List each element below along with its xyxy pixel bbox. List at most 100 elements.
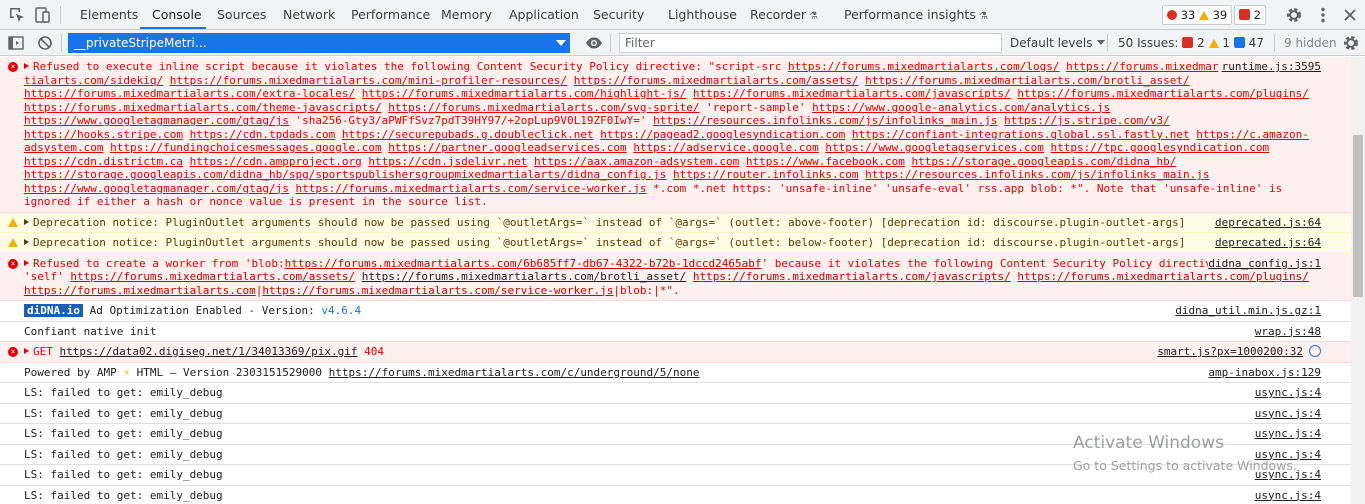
message-source-link[interactable]: usync.js:4	[1255, 427, 1321, 441]
message-link[interactable]: https://forums.mixedmartialarts.com/asse…	[70, 270, 355, 283]
issues-counter[interactable]: 2	[1234, 5, 1266, 25]
tab-memory[interactable]: Memory	[441, 0, 492, 30]
tab-security[interactable]: Security	[593, 0, 644, 30]
filter-input[interactable]	[619, 33, 1002, 53]
issues-button[interactable]: 50 Issues: 2 1 47	[1118, 30, 1264, 56]
message-link[interactable]: https://cdn.districtm.ca	[24, 155, 183, 168]
expand-triangle-icon[interactable]	[24, 259, 29, 266]
close-icon[interactable]	[1340, 5, 1360, 25]
message-source-link[interactable]: deprecated.js:64	[1215, 236, 1321, 250]
message-link[interactable]: https://forums.mixedmartialarts.com/java…	[693, 270, 1011, 283]
message-link[interactable]: https://partner.googleadservices.com	[388, 141, 626, 154]
message-link[interactable]: https://fundingchoicesmessages.google.co…	[110, 141, 382, 154]
console-message-log[interactable]: wrap.js:48 Confiant native init	[0, 322, 1351, 342]
console-message-log[interactable]: amp-inabox.js:129 Powered by AMP ⚡ HTML …	[0, 363, 1351, 383]
more-options-icon[interactable]	[1313, 5, 1333, 25]
expand-triangle-icon[interactable]	[24, 63, 29, 69]
message-link[interactable]: https://forums.mixedmartialarts.com/svg-…	[388, 101, 699, 114]
expand-triangle-icon[interactable]	[24, 218, 29, 225]
message-link[interactable]: https://router.infolinks.com	[673, 168, 858, 181]
tab-recorder[interactable]: Recorder ⚗	[750, 0, 818, 30]
tab-console[interactable]: Console	[152, 0, 202, 30]
message-source-link[interactable]: smart.js?px=1000200:32	[1157, 345, 1321, 359]
message-link[interactable]: https://forums.mixedmartialarts.com/plug…	[1017, 87, 1308, 100]
clear-console-icon[interactable]	[35, 33, 55, 53]
tab-application[interactable]: Application	[509, 0, 579, 30]
console-message-network-error[interactable]: × smart.js?px=1000200:32 GET https://dat…	[0, 342, 1351, 363]
message-link[interactable]: https://www.googletagmanager.com/gtag/js	[24, 182, 289, 195]
message-source-link[interactable]: usync.js:4	[1255, 407, 1321, 421]
message-source-link[interactable]: usync.js:4	[1255, 386, 1321, 400]
console-message-warning[interactable]: deprecated.js:64 Deprecation notice: Plu…	[0, 233, 1351, 254]
message-link[interactable]: https://forums.mixedmartialarts.com/brot…	[865, 74, 1190, 87]
expand-triangle-icon[interactable]	[24, 348, 29, 354]
message-link[interactable]: https://forums.mixedmartialarts.com/high…	[362, 87, 687, 100]
message-link[interactable]: https://tpc.googlesyndication.com	[1051, 141, 1270, 154]
console-message-error[interactable]: × runtime.js:3595 Refused to execute inl…	[0, 57, 1351, 213]
sidebar-toggle-icon[interactable]	[6, 33, 26, 53]
message-link[interactable]: https://forums.mixedmartialarts.com/serv…	[296, 182, 647, 195]
message-link[interactable]: https://pagead2.googlesyndication.com	[600, 128, 845, 141]
message-link[interactable]: https://js.stripe.com/v3/	[1004, 114, 1170, 127]
console-message-error[interactable]: × didna_config.js:1 Refused to create a …	[0, 253, 1351, 301]
console-message-log[interactable]: usync.js:4 LS: failed to get: emily_debug	[0, 404, 1351, 424]
message-link[interactable]: https://adservice.google.com	[633, 141, 818, 154]
message-link[interactable]: https://www.googletagmanager.com/gtag/js	[24, 114, 289, 127]
message-link[interactable]: https://www.googletagservices.com	[825, 141, 1044, 154]
console-message-log[interactable]: didna_util.min.js.gz:1 diDNA.io Ad Optim…	[0, 301, 1351, 322]
log-levels-dropdown[interactable]: Default levels	[1010, 30, 1106, 56]
message-source-link[interactable]: didna_util.min.js.gz:1	[1175, 304, 1321, 318]
message-link[interactable]: https://hooks.stripe.com	[24, 128, 183, 141]
message-link[interactable]: https://cdn.jsdelivr.net	[368, 155, 527, 168]
message-link[interactable]: https://resources.infolinks.com/js/infol…	[865, 168, 1209, 181]
message-source-link[interactable]: wrap.js:48	[1255, 325, 1321, 339]
scrollbar-thumb[interactable]	[1353, 135, 1363, 297]
message-link[interactable]: https://securepubads.g.doubleclick.net	[342, 128, 594, 141]
message-link[interactable]: https://forums.mixedmartialarts.com/plug…	[1017, 270, 1308, 283]
message-link[interactable]: https://forums.mixedmartialarts.com/6b68…	[285, 257, 762, 270]
message-link[interactable]: https://cdn.ampproject.org	[190, 155, 362, 168]
message-link[interactable]: https://forums.mixedmartialarts.com/logs…	[788, 60, 1060, 73]
message-link[interactable]: https://forums.mixedmartialarts.com/mini…	[170, 74, 567, 87]
console-message-warning[interactable]: deprecated.js:64 Deprecation notice: Plu…	[0, 212, 1351, 233]
message-link[interactable]: https://forums.mixedmartialarts.com/serv…	[262, 284, 613, 297]
console-scrollbar[interactable]	[1351, 57, 1365, 504]
gear-icon[interactable]	[1341, 33, 1361, 53]
message-link[interactable]: https://storage.googleapis.com/didna_hb/…	[24, 168, 666, 181]
tab-lighthouse[interactable]: Lighthouse	[668, 0, 737, 30]
network-request-icon[interactable]	[1309, 345, 1321, 357]
message-link[interactable]: https://forums.mixedmartialarts.com/c/un…	[329, 366, 700, 379]
message-source-link[interactable]: runtime.js:3595	[1221, 60, 1321, 74]
message-link[interactable]: https://confiant-integrations.global.ssl…	[852, 128, 1190, 141]
message-link[interactable]: https://storage.googleapis.com/didna_hb/	[911, 155, 1176, 168]
message-link[interactable]: https://resources.infolinks.com/js/infol…	[653, 114, 997, 127]
request-url-link[interactable]: https://data02.digiseg.net/1/34013369/pi…	[60, 345, 358, 358]
message-link[interactable]: https://forums.mixedmartialarts.com	[24, 284, 256, 297]
message-link[interactable]: https://forums.mixedmartialarts.com/asse…	[574, 74, 859, 87]
message-link[interactable]: https://forums.mixedmartialarts.com/extr…	[24, 87, 355, 100]
tab-performance-insights[interactable]: Performance insights ⚗	[844, 0, 988, 30]
device-toolbar-icon[interactable]	[32, 5, 52, 25]
message-source-link[interactable]: amp-inabox.js:129	[1208, 366, 1321, 380]
inspect-element-icon[interactable]	[7, 5, 27, 25]
message-link[interactable]: https://cdn.tpdads.com	[190, 128, 336, 141]
tab-elements[interactable]: Elements	[80, 0, 138, 30]
gear-icon[interactable]	[1284, 5, 1304, 25]
message-link[interactable]: https://www.facebook.com	[746, 155, 905, 168]
console-message-log[interactable]: usync.js:4 LS: failed to get: emily_debug	[0, 486, 1351, 504]
message-link[interactable]: https://forums.mixedmartialarts.com/them…	[24, 101, 382, 114]
tab-sources[interactable]: Sources	[217, 0, 266, 30]
eye-icon[interactable]	[584, 33, 604, 53]
tab-performance[interactable]: Performance	[351, 0, 430, 30]
javascript-context-select[interactable]: __privateStripeMetri…	[68, 33, 570, 53]
expand-triangle-icon[interactable]	[24, 239, 29, 245]
message-link[interactable]: https://forums.mixedmartialarts.com/brot…	[362, 270, 687, 283]
message-link[interactable]: https://www.google-analytics.com/analyti…	[812, 101, 1110, 114]
message-source-link[interactable]: usync.js:4	[1255, 489, 1321, 503]
tab-network[interactable]: Network	[283, 0, 335, 30]
message-source-link[interactable]: didna_config.js:1	[1208, 256, 1321, 270]
message-link[interactable]: https://aax.amazon-adsystem.com	[534, 155, 739, 168]
console-counters[interactable]: 33 39	[1162, 5, 1233, 25]
message-source-link[interactable]: deprecated.js:64	[1215, 215, 1321, 229]
console-message-log[interactable]: usync.js:4 LS: failed to get: emily_debug	[0, 383, 1351, 404]
